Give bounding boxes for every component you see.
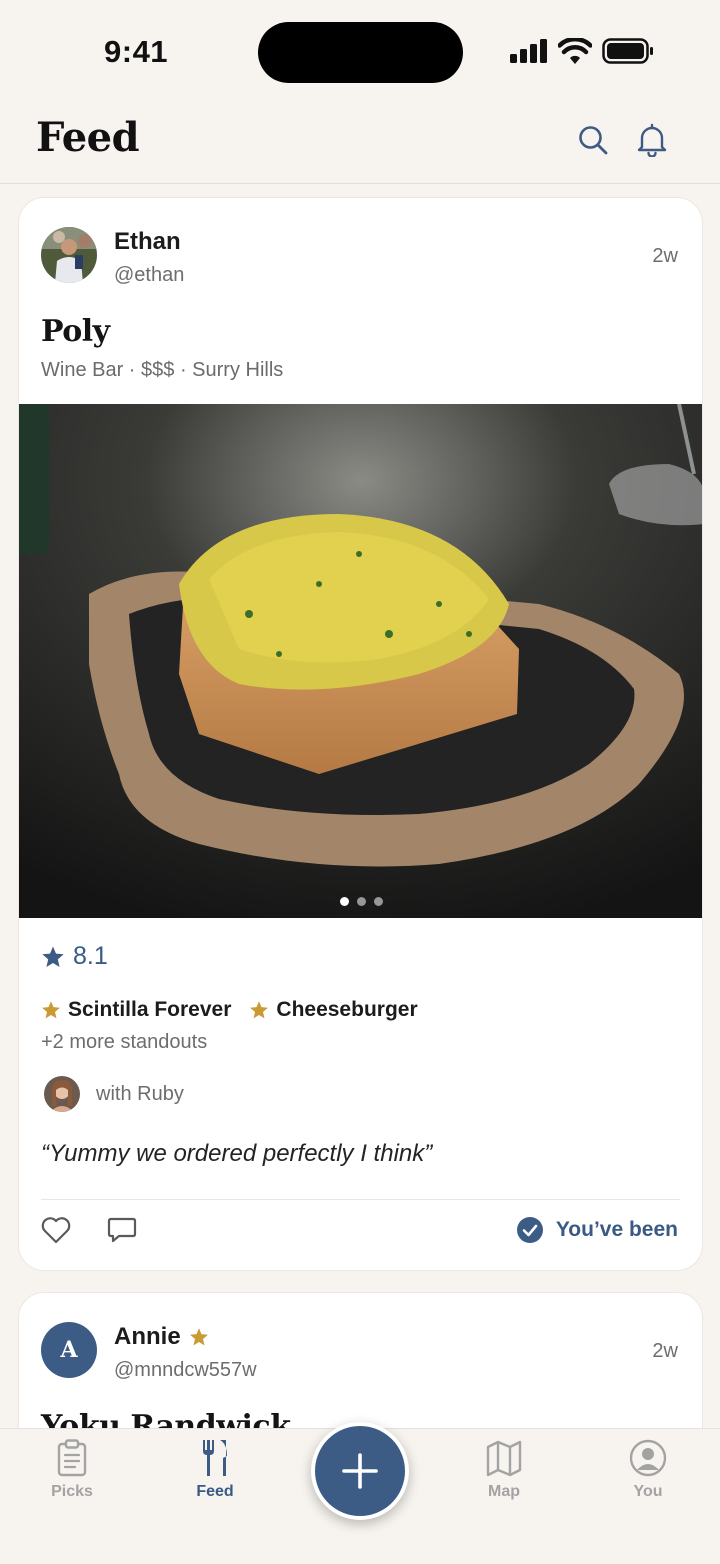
post-actions xyxy=(41,1216,137,1249)
tab-map[interactable]: Map xyxy=(449,1439,559,1501)
been-status[interactable]: You’ve been xyxy=(516,1216,678,1244)
heart-icon xyxy=(41,1217,71,1244)
standout-item: Cheeseburger xyxy=(249,998,418,1022)
person-icon xyxy=(629,1439,667,1477)
user-handle: @mnndcw557w xyxy=(114,1359,257,1381)
plus-icon xyxy=(342,1453,378,1489)
tab-label: Map xyxy=(488,1483,520,1500)
user-handle: @ethan xyxy=(114,264,185,286)
comment-icon xyxy=(107,1217,137,1243)
status-time: 9:41 xyxy=(104,34,169,69)
star-icon xyxy=(42,1001,60,1019)
standout-label: Scintilla Forever xyxy=(68,998,232,1021)
food-photo xyxy=(19,404,702,918)
comment-button[interactable] xyxy=(107,1216,137,1249)
user-name: Annie xyxy=(114,1323,181,1350)
standout-item: Scintilla Forever xyxy=(41,998,231,1022)
dynamic-island xyxy=(258,22,463,83)
tab-label: Feed xyxy=(196,1483,234,1500)
divider xyxy=(41,1199,680,1200)
page-title: Feed xyxy=(36,114,140,161)
tab-label: Picks xyxy=(51,1483,93,1500)
status-bar: 9:41 xyxy=(0,0,720,100)
companion-avatar xyxy=(44,1076,80,1112)
tab-feed[interactable]: Feed xyxy=(160,1439,270,1501)
bell-icon xyxy=(637,123,667,157)
avatar[interactable] xyxy=(41,227,97,283)
clipboard-icon xyxy=(57,1439,87,1477)
page-dot[interactable] xyxy=(340,897,349,906)
photo-page-indicator[interactable] xyxy=(19,897,702,906)
user-name[interactable]: Ethan xyxy=(114,228,181,256)
map-icon xyxy=(486,1440,522,1477)
post-time: 2w xyxy=(652,1340,678,1362)
post-comment: “Yummy we ordered perfectly I think” xyxy=(41,1140,433,1167)
signal-icon xyxy=(510,39,547,63)
page-dot[interactable] xyxy=(374,897,383,906)
feed-post-card[interactable]: Ethan @ethan 2w Poly Wine Bar · $$$ · Su… xyxy=(18,197,703,1271)
tab-picks[interactable]: Picks xyxy=(17,1439,127,1501)
star-icon xyxy=(42,946,64,967)
user-name-row[interactable]: Annie xyxy=(114,1323,209,1351)
rating-value: 8.1 xyxy=(73,942,108,970)
like-button[interactable] xyxy=(41,1216,71,1249)
post-time: 2w xyxy=(652,245,678,267)
search-button[interactable] xyxy=(576,120,610,160)
status-icons xyxy=(510,38,654,64)
star-icon xyxy=(250,1001,269,1019)
place-name[interactable]: Poly xyxy=(41,314,110,349)
check-circle-icon xyxy=(516,1217,543,1243)
search-icon xyxy=(579,126,608,155)
rating: 8.1 xyxy=(41,942,108,971)
page-header: Feed xyxy=(0,100,720,184)
place-meta: Wine Bar · $$$ · Surry Hills xyxy=(41,359,284,381)
user-photo xyxy=(41,227,97,283)
post-photo[interactable] xyxy=(19,404,702,918)
wifi-icon xyxy=(558,38,592,64)
with-label: with Ruby xyxy=(96,1082,184,1105)
standout-label: Cheeseburger xyxy=(276,998,418,1021)
battery-icon xyxy=(602,38,653,64)
avatar-initial: A xyxy=(60,1337,78,1363)
star-icon xyxy=(189,1328,208,1346)
standouts: Scintilla Forever Cheeseburger xyxy=(41,998,430,1022)
tab-you[interactable]: You xyxy=(593,1439,703,1501)
tab-label: You xyxy=(633,1483,663,1500)
add-post-button[interactable] xyxy=(311,1422,409,1520)
notifications-button[interactable] xyxy=(635,120,669,160)
avatar[interactable]: A xyxy=(41,1322,97,1378)
fork-knife-icon xyxy=(203,1440,227,1476)
more-standouts-link[interactable]: +2 more standouts xyxy=(41,1031,207,1054)
been-label: You’ve been xyxy=(555,1218,678,1241)
dined-with[interactable]: with Ruby xyxy=(44,1076,184,1112)
page-dot[interactable] xyxy=(357,897,366,906)
companion-photo xyxy=(44,1076,80,1112)
